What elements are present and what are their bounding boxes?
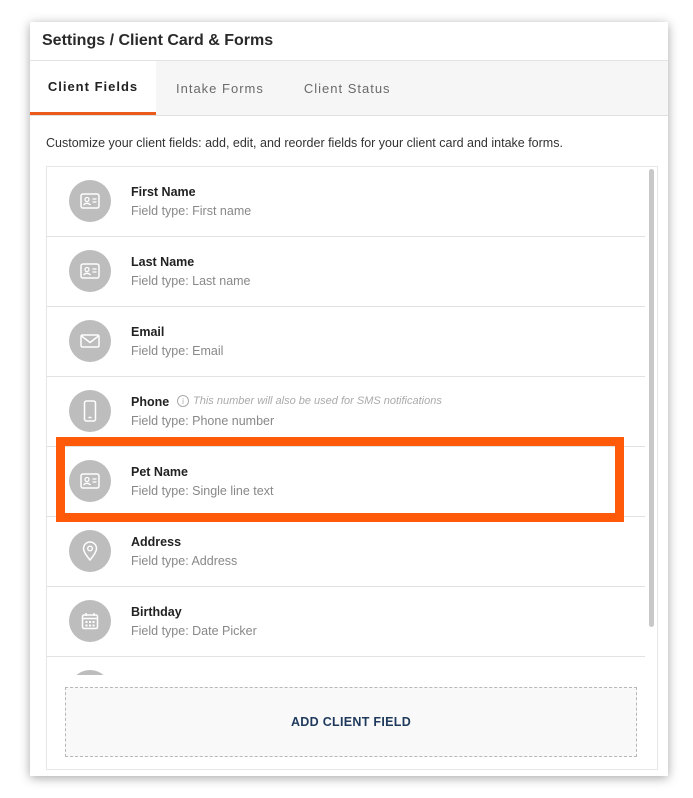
add-client-field-button[interactable]: ADD CLIENT FIELD: [65, 687, 637, 757]
field-row-pet-name[interactable]: Pet Name Field type: Single line text: [47, 447, 645, 517]
map-pin-icon: [69, 530, 111, 572]
field-name: Birthday: [131, 605, 182, 619]
tab-content: Customize your client fields: add, edit,…: [30, 116, 668, 776]
field-list-card: First Name Field type: First name Last N…: [46, 166, 658, 770]
field-type: Field type: Phone number: [131, 414, 275, 428]
field-name: Phone: [131, 395, 170, 409]
field-row-partial[interactable]: [47, 657, 645, 675]
field-type: Field type: Single line text: [131, 484, 274, 498]
field-name: Last Name: [131, 255, 195, 269]
field-type: Field type: Date Picker: [131, 624, 257, 638]
field-name: Address: [131, 535, 182, 549]
field-name: Pet Name: [131, 465, 188, 479]
tab-bar: Client Fields Intake Forms Client Status: [30, 61, 668, 116]
field-row-last-name[interactable]: Last Name Field type: Last name: [47, 237, 645, 307]
page-title: Settings / Client Card & Forms: [30, 22, 668, 61]
field-type: Field type: Last name: [131, 274, 251, 288]
field-row-first-name[interactable]: First Name Field type: First name: [47, 167, 645, 237]
field-name: First Name: [131, 185, 196, 199]
field-type: Field type: Email: [131, 344, 224, 358]
tab-client-fields[interactable]: Client Fields: [30, 61, 156, 115]
scrollbar[interactable]: [649, 169, 654, 627]
field-list[interactable]: First Name Field type: First name Last N…: [47, 167, 645, 675]
info-icon: i: [177, 395, 189, 407]
field-type: Field type: First name: [131, 204, 252, 218]
sms-note-text: This number will also be used for SMS no…: [193, 395, 442, 407]
calendar-icon: [69, 600, 111, 642]
id-card-icon: [69, 180, 111, 222]
tab-intake-forms[interactable]: Intake Forms: [156, 61, 284, 115]
field-row-phone[interactable]: Phone i This number will also be used fo…: [47, 377, 645, 447]
field-row-address[interactable]: Address Field type: Address: [47, 517, 645, 587]
field-row-birthday[interactable]: Birthday Field type: Date Picker: [47, 587, 645, 657]
field-icon: [69, 670, 111, 675]
id-card-icon: [69, 460, 111, 502]
phone-icon: [69, 390, 111, 432]
description-text: Customize your client fields: add, edit,…: [46, 136, 563, 150]
settings-panel: Settings / Client Card & Forms Client Fi…: [30, 22, 668, 776]
field-row-email[interactable]: Email Field type: Email: [47, 307, 645, 377]
field-name: Email: [131, 325, 165, 339]
id-card-icon: [69, 250, 111, 292]
envelope-icon: [69, 320, 111, 362]
tab-client-status[interactable]: Client Status: [284, 61, 411, 115]
field-type: Field type: Address: [131, 554, 238, 568]
sms-note: i This number will also be used for SMS …: [177, 395, 442, 407]
